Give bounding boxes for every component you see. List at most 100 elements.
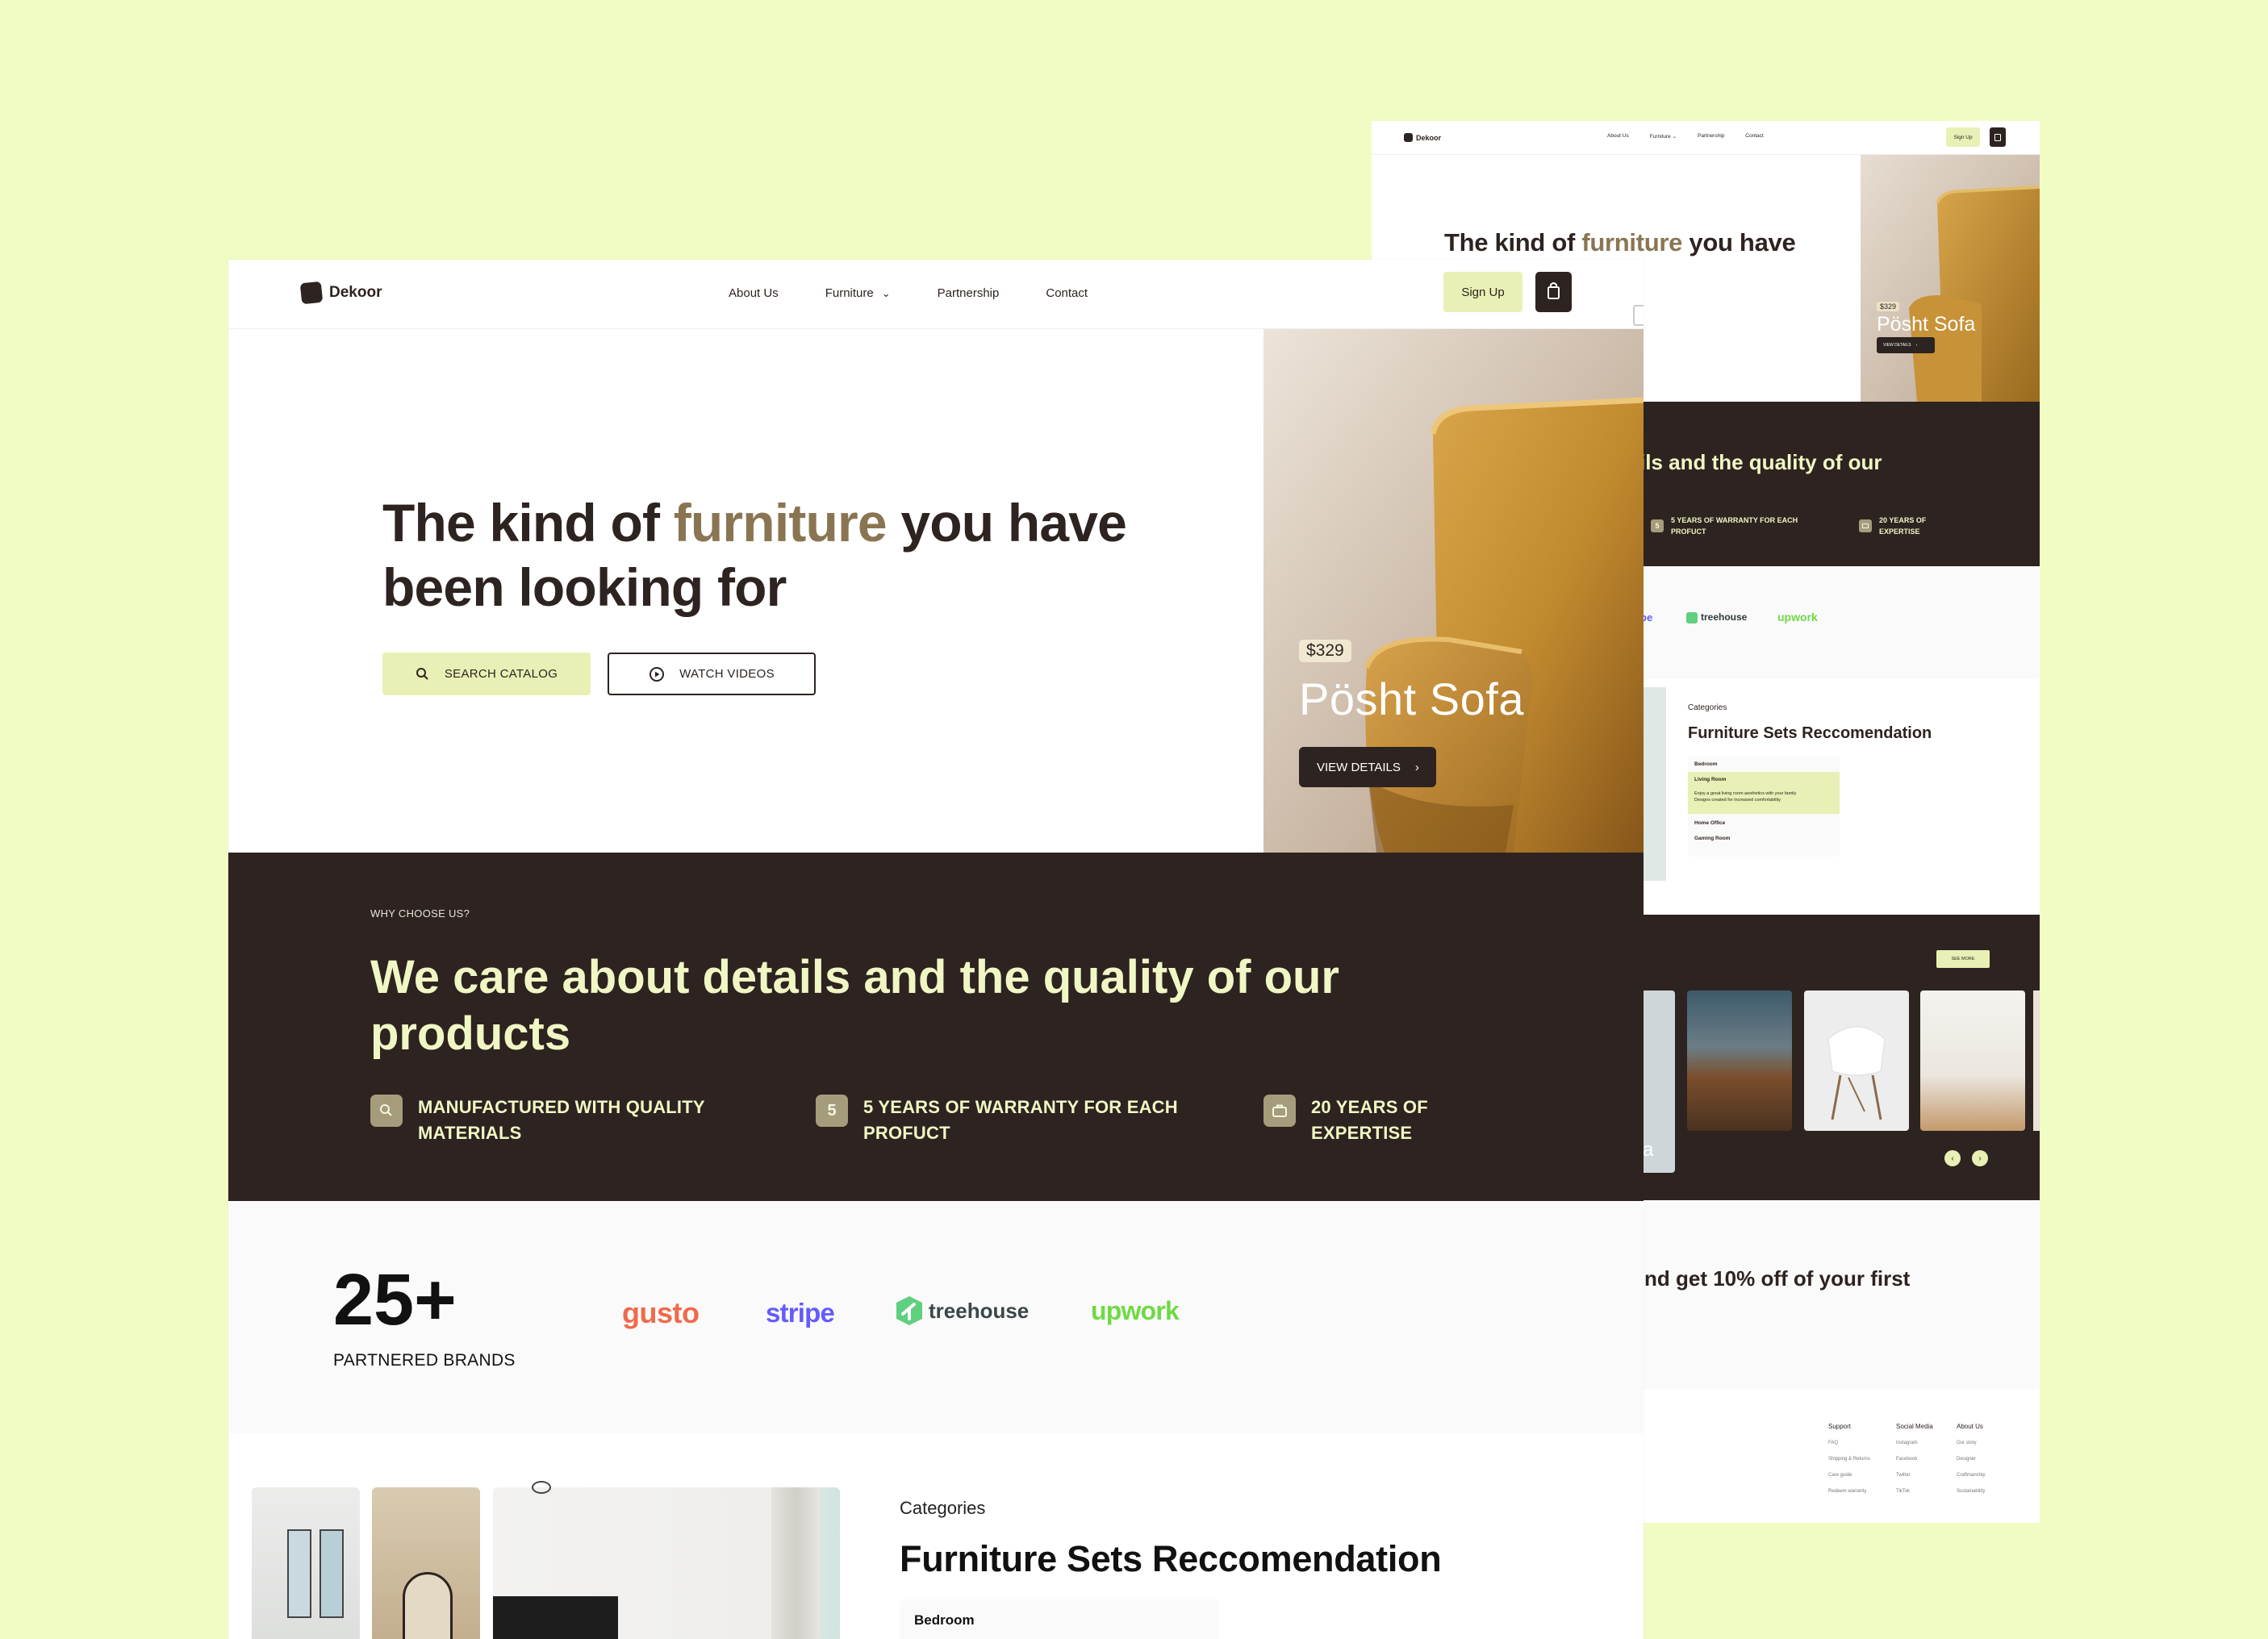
search-catalog-label: SEARCH CATALOG xyxy=(444,667,558,681)
carousel-next-button[interactable]: › xyxy=(1972,1150,1988,1166)
wall-art xyxy=(287,1529,311,1618)
view-details-button[interactable]: VIEW DETAILS › xyxy=(1877,337,1935,353)
stripe-logo: stripe xyxy=(766,1298,835,1328)
categories-heading: Furniture Sets Reccomendation xyxy=(1688,724,1932,742)
cart-button[interactable] xyxy=(1990,127,2006,147)
footer-col-items: Instagram Facebook Twitter TikTok xyxy=(1896,1435,1933,1499)
feature-warranty: 5 5 YEARS OF WARRANTY FOR EACH PROFUCT xyxy=(816,1095,1178,1146)
nav-link-about[interactable]: About Us xyxy=(729,286,779,300)
category-living-room-label: Living Room xyxy=(1694,777,1727,782)
gallery-card-chair[interactable] xyxy=(1804,990,1909,1131)
why-heading-line2: products xyxy=(370,1007,571,1060)
footer-col-social: Social Media Instagram Facebook Twitter … xyxy=(1896,1419,1933,1499)
hero-title-part2: you have xyxy=(886,493,1127,553)
footer-link[interactable]: FAQ xyxy=(1828,1435,1870,1451)
nav-link-partnership[interactable]: Partnership xyxy=(938,286,1000,300)
treehouse-logo-text: treehouse xyxy=(929,1298,1030,1323)
chevron-down-icon: ⌄ xyxy=(881,287,891,299)
footer-link[interactable]: Care guide xyxy=(1828,1467,1870,1483)
treehouse-icon xyxy=(1686,611,1698,623)
feature-expertise-text: 20 YEARS OF EXPERTISE xyxy=(1311,1095,1428,1146)
footer-link[interactable]: Facebook xyxy=(1896,1451,1933,1467)
category-gaming-room[interactable]: Gaming Room xyxy=(1688,829,1840,848)
why-eyebrow: WHY CHOOSE US? xyxy=(370,907,470,920)
nav-link-contact[interactable]: Contact xyxy=(1046,286,1088,300)
briefcase-icon xyxy=(1859,519,1872,532)
feature-warranty-line2: PROFUCT xyxy=(863,1123,950,1143)
feature-warranty-text: 5 YEARS OF WARRANTY FOR EACH PROFUCT xyxy=(863,1095,1178,1146)
signup-button[interactable]: Sign Up xyxy=(1443,272,1522,312)
categories-eyebrow: Categories xyxy=(1688,703,1727,712)
footer-link[interactable]: Designer xyxy=(1957,1451,1986,1467)
footer-col-title: Support xyxy=(1828,1423,1852,1430)
bag-icon xyxy=(1548,282,1560,299)
category-desc-line2: Designs created for increased comfortabi… xyxy=(1694,798,1781,803)
gallery-card-cut xyxy=(2033,990,2040,1131)
hero-title-highlight: furniture xyxy=(1581,228,1683,256)
category-living-room[interactable]: Living Room Enjoy a great living room ae… xyxy=(1688,772,1840,814)
footer-col-title: About Us xyxy=(1957,1423,1983,1430)
brand-logo[interactable]: Dekoor xyxy=(299,281,382,305)
room-image-3[interactable] xyxy=(493,1481,840,1639)
room-image-2[interactable] xyxy=(372,1487,480,1639)
curtain xyxy=(771,1487,820,1639)
price-badge: $329 xyxy=(1299,640,1351,662)
product-name: Pösht Sofa xyxy=(1299,674,1524,724)
footer-link[interactable]: Shipping & Returns xyxy=(1828,1451,1870,1467)
carousel-prev-button[interactable]: ‹ xyxy=(1944,1150,1961,1166)
feature-expertise-line1: 20 YEARS OF xyxy=(1879,516,1927,524)
watch-videos-label: WATCH VIDEOS xyxy=(679,667,775,681)
categories-eyebrow: Categories xyxy=(900,1498,986,1518)
why-heading: We care about details and the quality of… xyxy=(370,949,1339,1062)
gallery-card-letter: a xyxy=(1643,1139,1654,1161)
gallery-card-table[interactable] xyxy=(1920,990,2025,1131)
treehouse-icon xyxy=(896,1296,922,1325)
nav-link-furniture[interactable]: Furniture ⌄ xyxy=(1650,133,1677,140)
hero-title-part1: The kind of xyxy=(1444,228,1582,256)
nav-link-contact[interactable]: Contact xyxy=(1745,133,1763,140)
category-bedroom[interactable]: Bedroom xyxy=(1688,757,1840,772)
brands-section: 25+ PARTNERED BRANDS gusto stripe treeho… xyxy=(228,1201,1644,1433)
footer-link[interactable]: Instagram xyxy=(1896,1435,1933,1451)
main-nav-links: About Us Furniture ⌄ Partnership Contact xyxy=(729,286,1088,300)
upwork-logo: upwork xyxy=(1777,611,1818,623)
nav-link-furniture[interactable]: Furniture ⌄ xyxy=(825,286,891,300)
chevron-right-icon: › xyxy=(1414,760,1419,774)
nav-link-partnership[interactable]: Partnership xyxy=(1698,133,1724,140)
hero-title-part1: The kind of xyxy=(382,493,674,553)
sofa-image xyxy=(1861,155,2040,402)
warranty-icon: 5 xyxy=(816,1095,848,1127)
footer-link[interactable]: Twitter xyxy=(1896,1467,1933,1483)
cart-button[interactable] xyxy=(1535,272,1572,312)
brand-name[interactable]: Dekoor xyxy=(1416,134,1441,142)
feature-warranty: 5 5 YEARS OF WARRANTY FOR EACH PROFUCT xyxy=(1651,515,1798,537)
newsletter-heading-fragment: nd get 10% off of your first xyxy=(1644,1266,1911,1291)
view-details-button[interactable]: VIEW DETAILS › xyxy=(1299,747,1436,787)
hero-title-part2: you have xyxy=(1682,228,1796,256)
footer-link[interactable]: TikTok xyxy=(1896,1483,1933,1499)
mirror xyxy=(403,1572,453,1639)
nav-link-about[interactable]: About Us xyxy=(1607,133,1629,140)
footer-link[interactable]: Our story xyxy=(1957,1435,1986,1451)
signup-button[interactable]: Sign Up xyxy=(1946,127,1980,147)
see-more-button[interactable]: SEE MORE xyxy=(1936,950,1990,968)
footer-link[interactable]: Craftmanship xyxy=(1957,1467,1986,1483)
gallery-card-dining[interactable] xyxy=(1687,990,1792,1131)
category-bedroom[interactable]: Bedroom xyxy=(900,1599,1219,1639)
play-circle-icon xyxy=(649,666,665,682)
feature-warranty-line1: 5 YEARS OF WARRANTY FOR EACH xyxy=(1671,516,1798,524)
footer-col-about: About Us Our story Designer Craftmanship… xyxy=(1957,1419,1986,1499)
room-image-1[interactable] xyxy=(252,1487,360,1639)
secondary-nav-links: About Us Furniture ⌄ Partnership Contact xyxy=(1607,133,1764,140)
logo-icon xyxy=(299,281,324,305)
watch-videos-button[interactable]: WATCH VIDEOS xyxy=(608,653,816,695)
category-home-office[interactable]: Home Office xyxy=(1688,814,1840,829)
footer-link[interactable]: Redeem warranty xyxy=(1828,1483,1870,1499)
brands-count: 25+ xyxy=(333,1260,457,1341)
upwork-logo: upwork xyxy=(1091,1296,1180,1325)
search-catalog-button[interactable]: SEARCH CATALOG xyxy=(382,653,591,695)
footer-link[interactable]: Sustainability xyxy=(1957,1483,1986,1499)
categories-heading: Furniture Sets Reccomendation xyxy=(900,1538,1442,1579)
footer-col-items: FAQ Shipping & Returns Care guide Redeem… xyxy=(1828,1435,1870,1499)
feature-warranty-line1: 5 YEARS OF WARRANTY FOR EACH xyxy=(863,1097,1178,1117)
